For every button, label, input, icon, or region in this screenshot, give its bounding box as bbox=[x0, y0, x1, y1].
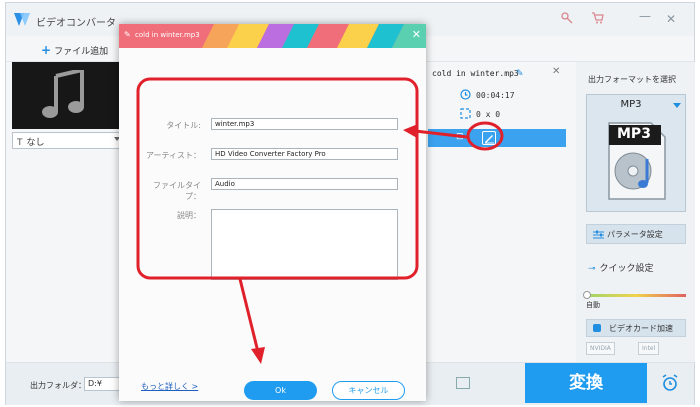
convert-button[interactable]: 変換 bbox=[525, 363, 647, 403]
format-name: MP3 bbox=[620, 99, 642, 110]
subtitle-icon: ⊡ bbox=[456, 132, 464, 142]
selected-track-bar[interactable]: ⊡ bbox=[428, 129, 566, 147]
parameter-settings-label: パラメータ設定 bbox=[607, 230, 663, 239]
cancel-button[interactable]: キャンセル bbox=[332, 381, 405, 400]
app-title: ビデオコンバータ bbox=[36, 18, 116, 29]
remove-file-icon[interactable]: ✕ bbox=[552, 66, 560, 77]
ok-button[interactable]: Ok bbox=[244, 381, 317, 400]
subtitle-dropdown[interactable]: T なし bbox=[12, 132, 124, 149]
open-folder-icon[interactable] bbox=[456, 377, 470, 389]
resolution-icon bbox=[460, 108, 471, 122]
format-selector[interactable]: MP3 MP3 bbox=[586, 94, 686, 212]
key-icon[interactable] bbox=[561, 12, 573, 27]
gpu-acceleration-label: ビデオカード加速 bbox=[609, 324, 673, 333]
close-icon[interactable]: ✕ bbox=[666, 12, 676, 26]
dialog-close-icon[interactable]: ✕ bbox=[412, 28, 421, 41]
quick-settings-icon: ⊸ bbox=[588, 264, 596, 274]
file-resolution: 0 x 0 bbox=[476, 110, 501, 119]
subtitle-value: なし bbox=[26, 138, 45, 148]
slider-knob[interactable] bbox=[583, 291, 591, 299]
alarm-clock-icon[interactable] bbox=[661, 374, 679, 395]
file-thumbnail bbox=[12, 62, 121, 129]
minimize-icon[interactable]: — bbox=[639, 9, 651, 23]
description-textarea[interactable] bbox=[211, 209, 398, 280]
slider-auto-label: 自動 bbox=[586, 301, 600, 309]
output-format-label: 出力フォーマットを選択 bbox=[588, 75, 676, 84]
gpu-icon bbox=[593, 324, 601, 332]
filetype-field[interactable]: Audio bbox=[211, 178, 398, 190]
add-file-label: ファイル追加 bbox=[54, 47, 109, 57]
title-field[interactable]: winter.mp3 bbox=[211, 118, 398, 130]
description-field-label: 説明： bbox=[177, 211, 201, 220]
file-duration: 00:04:17 bbox=[476, 91, 515, 100]
parameter-settings-button[interactable]: パラメータ設定 bbox=[586, 224, 686, 244]
mp3-icon-label: MP3 bbox=[617, 126, 651, 142]
dialog-title: cold in winter.mp3 bbox=[135, 31, 200, 39]
quality-slider[interactable] bbox=[583, 291, 686, 299]
gpu-acceleration-button[interactable]: ビデオカード加速 bbox=[586, 319, 686, 337]
nvidia-chip: NVIDIA bbox=[586, 342, 615, 355]
dialog-body: タイトル: winter.mp3 アーティスト： HD Video Conver… bbox=[119, 48, 426, 401]
clock-icon bbox=[460, 89, 471, 103]
music-note-icon bbox=[42, 67, 88, 123]
title-field-label: タイトル: bbox=[166, 121, 201, 130]
edit-tags-icon[interactable] bbox=[482, 131, 496, 145]
dialog-header: ✎ cold in winter.mp3 ✕ bbox=[119, 24, 426, 48]
more-details-link[interactable]: もっと詳しく > bbox=[141, 381, 198, 392]
text-icon: T bbox=[17, 138, 23, 148]
output-panel: 出力フォーマットを選択 MP3 MP3 パラメータ設定 ⊸ クイック設定 自動 … bbox=[576, 62, 695, 362]
pencil-icon: ✎ bbox=[124, 30, 131, 39]
app-logo-icon bbox=[14, 13, 30, 30]
metadata-edit-dialog: ✎ cold in winter.mp3 ✕ タイトル: winter.mp3 … bbox=[119, 24, 426, 401]
filetype-field-label: ファイルタイプ： bbox=[153, 181, 201, 201]
quick-settings-label: クイック設定 bbox=[599, 264, 654, 274]
quick-settings: ⊸ クイック設定 bbox=[588, 261, 654, 274]
rename-pencil-icon[interactable]: ✎ bbox=[516, 69, 524, 79]
file-info-panel: cold in winter.mp3 ✎ ✕ 00:04:17 0 x 0 ⊡ bbox=[428, 62, 566, 362]
output-folder-label: 出力フォルダ： bbox=[30, 381, 86, 390]
artist-field-label: アーティスト： bbox=[145, 151, 201, 160]
plus-icon: + bbox=[41, 43, 52, 57]
add-file-button[interactable]: + ファイル追加 bbox=[41, 43, 108, 57]
sliders-icon bbox=[593, 230, 604, 242]
artist-field[interactable]: HD Video Converter Factory Pro bbox=[211, 148, 398, 160]
output-folder-input[interactable]: D:¥ bbox=[84, 377, 124, 391]
chevron-down-icon bbox=[673, 103, 681, 108]
cart-icon[interactable] bbox=[592, 12, 604, 27]
file-name: cold in winter.mp3 bbox=[432, 69, 519, 78]
intel-chip: Intel bbox=[638, 342, 660, 355]
